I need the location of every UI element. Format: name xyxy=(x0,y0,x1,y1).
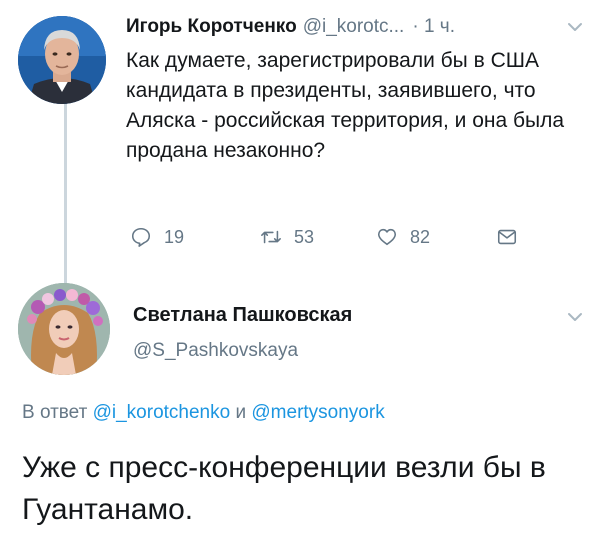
reply-to-prefix: В ответ xyxy=(22,402,88,423)
reply-count: 19 xyxy=(164,226,185,247)
reply-to-user-link[interactable]: @i_korotchenko xyxy=(93,402,231,423)
reply-icon xyxy=(131,227,151,247)
tweet1-header: Игорь Коротченко @i_korotc... · 1 ч. xyxy=(126,12,586,42)
reply-to-user-link[interactable]: @mertysonyork xyxy=(251,402,384,423)
retweet-count: 53 xyxy=(294,226,315,247)
like-count: 82 xyxy=(410,226,431,247)
tweet1-handle[interactable]: @i_korotc... xyxy=(303,16,405,38)
reply-button[interactable]: 19 xyxy=(130,222,184,252)
reply-to-line: В ответ @i_korotchenko и @mertysonyork xyxy=(22,402,385,424)
tweet2-author-name[interactable]: Светлана Пашковская xyxy=(133,304,352,327)
avatar-portrait-icon xyxy=(18,16,106,104)
reply-to-conjunction: и xyxy=(235,402,247,423)
avatar-svetlana[interactable] xyxy=(18,283,110,375)
tweet1-timestamp[interactable]: · 1 ч. xyxy=(412,16,455,38)
avatar-igor[interactable] xyxy=(18,16,106,104)
tweet1-author-name[interactable]: Игорь Коротченко xyxy=(126,16,297,38)
thread-connector-line xyxy=(64,103,67,285)
tweet1-text: Как думаете, зарегистрировали бы в США к… xyxy=(126,49,565,162)
retweet-button[interactable]: 53 xyxy=(260,222,314,252)
tweet2-handle[interactable]: @S_Pashkovskaya xyxy=(133,340,298,362)
heart-icon xyxy=(377,228,397,246)
tweet2-text: Уже с пресс-конференции везли бы в Гуант… xyxy=(22,451,546,526)
avatar-portrait-icon xyxy=(18,283,110,375)
like-button[interactable]: 82 xyxy=(376,222,430,252)
direct-message-button[interactable] xyxy=(496,222,530,252)
retweet-icon xyxy=(261,230,281,244)
chevron-down-icon[interactable] xyxy=(564,16,586,38)
envelope-icon xyxy=(497,229,517,245)
tweet1-action-bar: 19 53 82 xyxy=(126,222,546,252)
chevron-down-icon[interactable] xyxy=(564,306,586,328)
